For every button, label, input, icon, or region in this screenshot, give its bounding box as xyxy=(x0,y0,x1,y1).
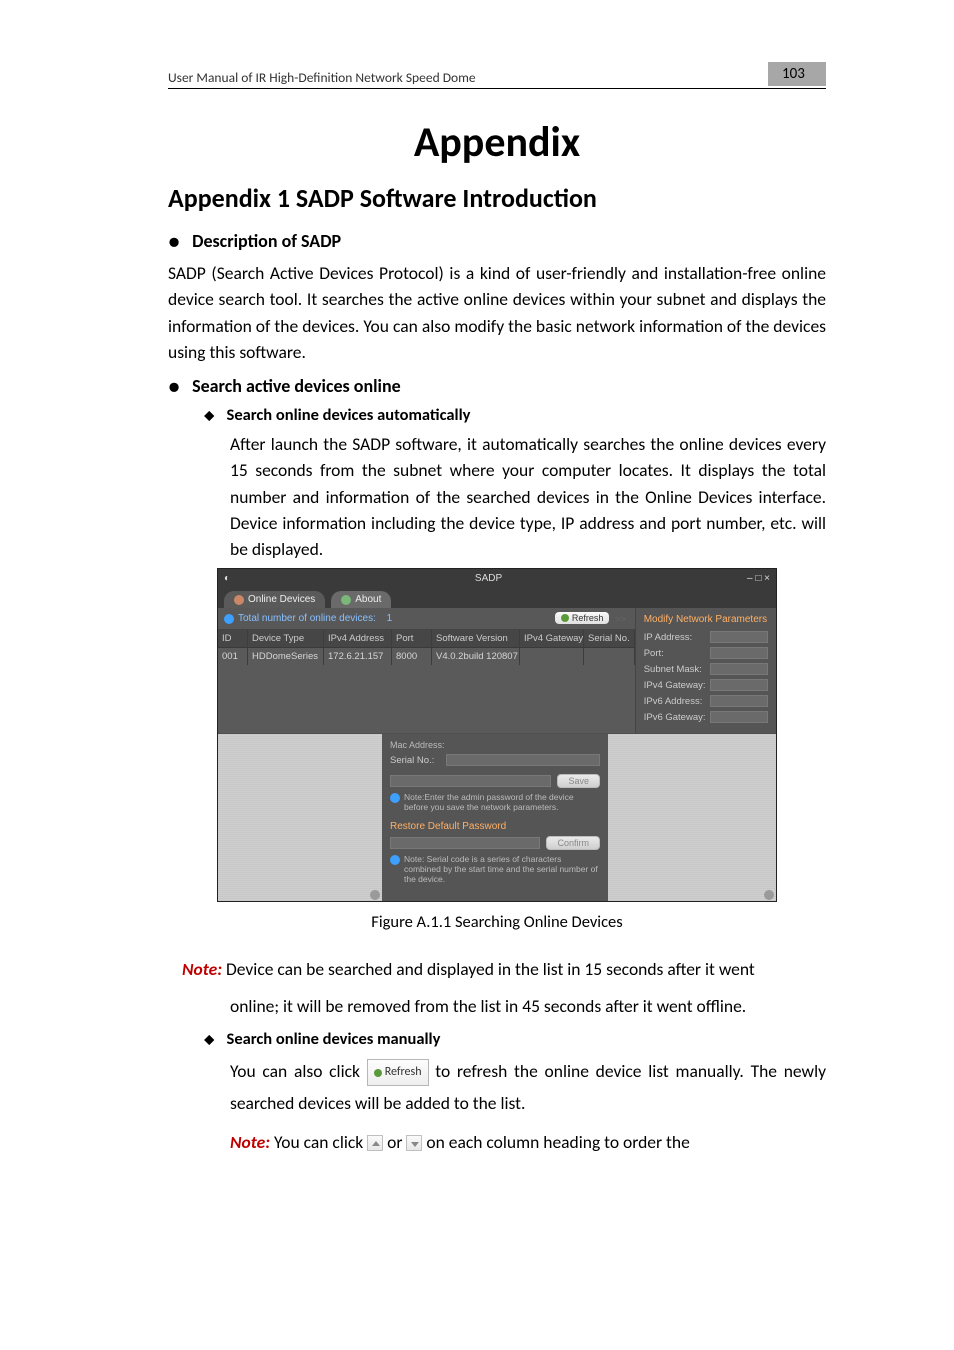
info-icon xyxy=(224,614,234,624)
device-count-label: Total number of online devices: 1 xyxy=(224,613,392,624)
label-mask: Subnet Mask: xyxy=(644,664,706,675)
label-gw6: IPv6 Gateway: xyxy=(644,712,706,723)
bullet-dot-icon: ● xyxy=(168,230,180,254)
diamond-icon: ⬥ xyxy=(204,405,215,427)
col-ipv4-address[interactable]: IPv4 Address xyxy=(324,630,392,647)
search-manual-p2: Note: You can click or on each column he… xyxy=(230,1126,826,1158)
restore-title: Restore Default Password xyxy=(390,821,600,832)
col-port[interactable]: Port xyxy=(392,630,432,647)
label-mac: Mac Address: xyxy=(390,740,600,750)
modify-panel: Modify Network Parameters IP Address: Po… xyxy=(636,608,776,733)
diamond-icon: ⬥ xyxy=(204,1029,215,1051)
input-port[interactable] xyxy=(710,647,768,659)
scroll-handle-right[interactable] xyxy=(764,890,774,900)
confirm-button[interactable]: Confirm xyxy=(546,836,600,850)
expand-icon[interactable]: >> xyxy=(612,614,629,624)
main-title: Appendix xyxy=(168,117,826,168)
section-description-heading: Description of SADP xyxy=(192,230,341,252)
refresh-button[interactable]: Refresh xyxy=(555,612,610,624)
refresh-icon xyxy=(374,1069,382,1077)
section-search-heading: Search active devices online xyxy=(192,375,401,397)
search-manual-heading: Search online devices manually xyxy=(227,1029,441,1049)
input-gw4[interactable] xyxy=(710,679,768,691)
input-serialno[interactable] xyxy=(446,754,600,766)
running-title: User Manual of IR High-Definition Networ… xyxy=(168,69,476,86)
label-gw4: IPv4 Gateway: xyxy=(644,680,706,691)
description-paragraph: SADP (Search Active Devices Protocol) is… xyxy=(168,260,826,365)
col-software-version[interactable]: Software Version xyxy=(432,630,520,647)
note-paragraph-1: Note: Device can be searched and display… xyxy=(182,956,826,982)
scroll-handle-left[interactable] xyxy=(370,890,380,900)
window-controls[interactable]: – □ × xyxy=(747,573,770,584)
tab-online-label: Online Devices xyxy=(248,594,315,605)
page-header: User Manual of IR High-Definition Networ… xyxy=(168,62,826,89)
table-row[interactable]: 001 HDDomeSeries 172.6.21.157 8000 V4.0.… xyxy=(218,648,635,665)
note-paragraph-2: online; it will be removed from the list… xyxy=(230,993,826,1019)
lower-right-panel xyxy=(608,734,776,901)
note-label: Note: xyxy=(230,1131,270,1153)
save-button[interactable]: Save xyxy=(557,774,600,788)
info-icon xyxy=(390,793,400,803)
modify-panel-title: Modify Network Parameters xyxy=(644,614,768,625)
devices-icon xyxy=(234,595,244,605)
input-ip[interactable] xyxy=(710,631,768,643)
lower-left-panel xyxy=(218,734,382,901)
cell-ip: 172.6.21.157 xyxy=(324,648,392,665)
label-serialno: Serial No.: xyxy=(390,755,442,766)
col-ipv4-gateway[interactable]: IPv4 Gateway xyxy=(520,630,584,647)
about-icon xyxy=(341,595,351,605)
bullet-dot-icon: ● xyxy=(168,375,180,399)
search-auto-heading: Search online devices automatically xyxy=(227,405,471,425)
search-auto-paragraph: After launch the SADP software, it autom… xyxy=(230,431,826,562)
table-header[interactable]: ID Device Type IPv4 Address Port Softwar… xyxy=(218,630,635,648)
input-gw6[interactable] xyxy=(710,711,768,723)
col-id[interactable]: ID xyxy=(218,630,248,647)
input-mask[interactable] xyxy=(710,663,768,675)
refresh-icon xyxy=(561,614,569,622)
input-addr6[interactable] xyxy=(710,695,768,707)
sadp-titlebar: ◐ SADP – □ × xyxy=(218,569,776,587)
tab-online-devices[interactable]: Online Devices xyxy=(224,591,325,608)
label-addr6: IPv6 Address: xyxy=(644,696,706,707)
label-ip: IP Address: xyxy=(644,632,706,643)
note-admin-password: Note:Enter the admin password of the dev… xyxy=(390,792,600,812)
tab-about-label: About xyxy=(355,594,381,605)
sadp-screenshot: ◐ SADP – □ × Online Devices About Total … xyxy=(217,568,777,902)
sort-desc-icon[interactable] xyxy=(406,1135,422,1151)
info-icon xyxy=(390,855,400,865)
figure-caption: Figure A.1.1 Searching Online Devices xyxy=(168,912,826,932)
cell-type: HDDomeSeries xyxy=(248,648,324,665)
cell-id: 001 xyxy=(218,648,248,665)
col-serial-no[interactable]: Serial No. xyxy=(584,630,635,647)
tab-about[interactable]: About xyxy=(331,591,391,608)
table-empty-area xyxy=(218,665,635,715)
page-number: 103 xyxy=(768,62,826,86)
note-serial-code: Note: Serial code is a series of charact… xyxy=(390,854,600,885)
col-device-type[interactable]: Device Type xyxy=(248,630,324,647)
label-port: Port: xyxy=(644,648,706,659)
input-password[interactable] xyxy=(390,775,551,787)
cell-port: 8000 xyxy=(392,648,432,665)
sort-asc-icon[interactable] xyxy=(367,1135,383,1151)
cell-sn xyxy=(584,648,635,665)
g-input-serialcode[interactable] xyxy=(390,837,540,849)
search-manual-p1: You can also click Refresh to refresh th… xyxy=(230,1055,826,1120)
appendix1-heading: Appendix 1 SADP Software Introduction xyxy=(168,182,826,214)
cell-gw xyxy=(520,648,584,665)
refresh-inline-button[interactable]: Refresh xyxy=(367,1059,429,1085)
cell-sw: V4.0.2build 120807 xyxy=(432,648,520,665)
lower-mid-panel: Mac Address: Serial No.: Save Note:Enter… xyxy=(382,734,608,901)
note-label: Note: xyxy=(182,958,222,980)
sadp-window-title: SADP xyxy=(230,573,747,584)
